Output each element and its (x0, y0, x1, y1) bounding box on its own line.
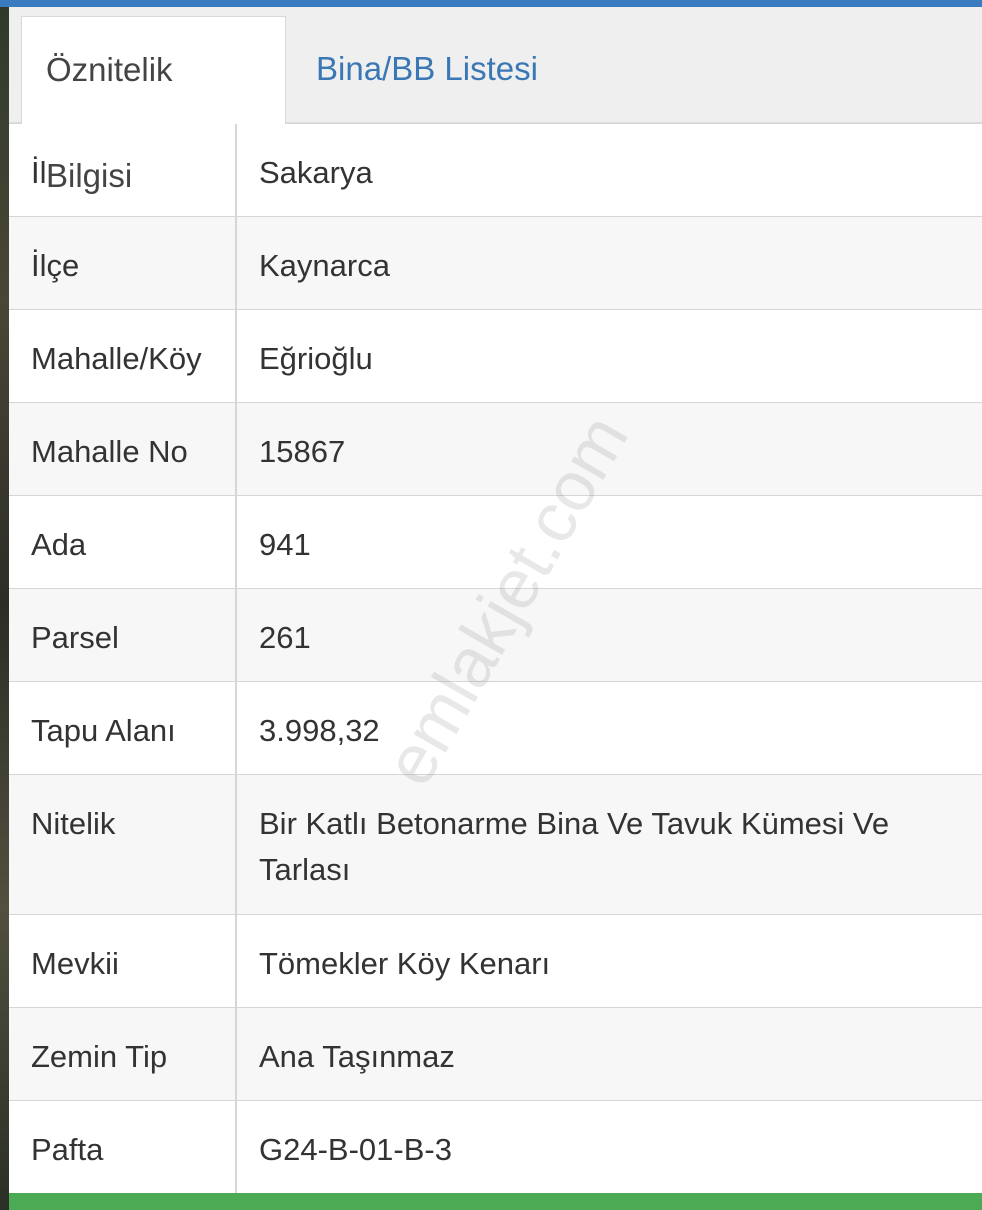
table-row: Tapu Alanı 3.998,32 (9, 681, 982, 775)
row-key: Nitelik (9, 774, 237, 915)
table-row: Pafta G24-B-01-B-3 (9, 1100, 982, 1194)
table-row: Zemin Tip Ana Taşınmaz (9, 1007, 982, 1101)
bottom-accent-bar (9, 1193, 982, 1210)
table-row: İlçe Kaynarca (9, 216, 982, 310)
table-row: Mevkii Tömekler Köy Kenarı (9, 914, 982, 1008)
table-row: Ada 941 (9, 495, 982, 589)
row-value: 3.998,32 (236, 681, 982, 775)
row-value: G24-B-01-B-3 (236, 1100, 982, 1194)
row-value: Sakarya (236, 123, 982, 217)
top-accent-bar (0, 0, 982, 7)
row-key: Pafta (9, 1100, 237, 1194)
table-row: Mahalle/Köy Eğrioğlu (9, 309, 982, 403)
tab-bar: Öznitelik Bilgisi Bina/BB Listesi (9, 7, 982, 194)
row-key: Mahalle/Köy (9, 309, 237, 403)
row-key: Ada (9, 495, 237, 589)
table-row: Parsel 261 (9, 588, 982, 682)
row-value: 15867 (236, 402, 982, 496)
row-value: Tömekler Köy Kenarı (236, 914, 982, 1008)
row-value: 261 (236, 588, 982, 682)
row-key: Parsel (9, 588, 237, 682)
row-key: Zemin Tip (9, 1007, 237, 1101)
row-key: İlçe (9, 216, 237, 310)
attribute-table: İl Sakarya İlçe Kaynarca Mahalle/Köy Eğr… (9, 123, 982, 1194)
row-value: Ana Taşınmaz (236, 1007, 982, 1101)
row-key: Mahalle No (9, 402, 237, 496)
attribute-panel: Öznitelik Bilgisi Bina/BB Listesi İl Sak… (9, 7, 982, 1194)
table-row: İl Sakarya (9, 123, 982, 217)
background-edge (0, 0, 9, 1210)
row-value: Bir Katlı Betonarme Bina Ve Tavuk Kümesi… (236, 774, 982, 915)
row-value: Kaynarca (236, 216, 982, 310)
row-key: Tapu Alanı (9, 681, 237, 775)
tab-building-list[interactable]: Bina/BB Listesi (292, 16, 562, 122)
tab-attribute-info[interactable]: Öznitelik Bilgisi (21, 16, 286, 194)
table-row: Nitelik Bir Katlı Betonarme Bina Ve Tavu… (9, 774, 982, 915)
row-value: Eğrioğlu (236, 309, 982, 403)
table-row: Mahalle No 15867 (9, 402, 982, 496)
row-value: 941 (236, 495, 982, 589)
row-key: Mevkii (9, 914, 237, 1008)
